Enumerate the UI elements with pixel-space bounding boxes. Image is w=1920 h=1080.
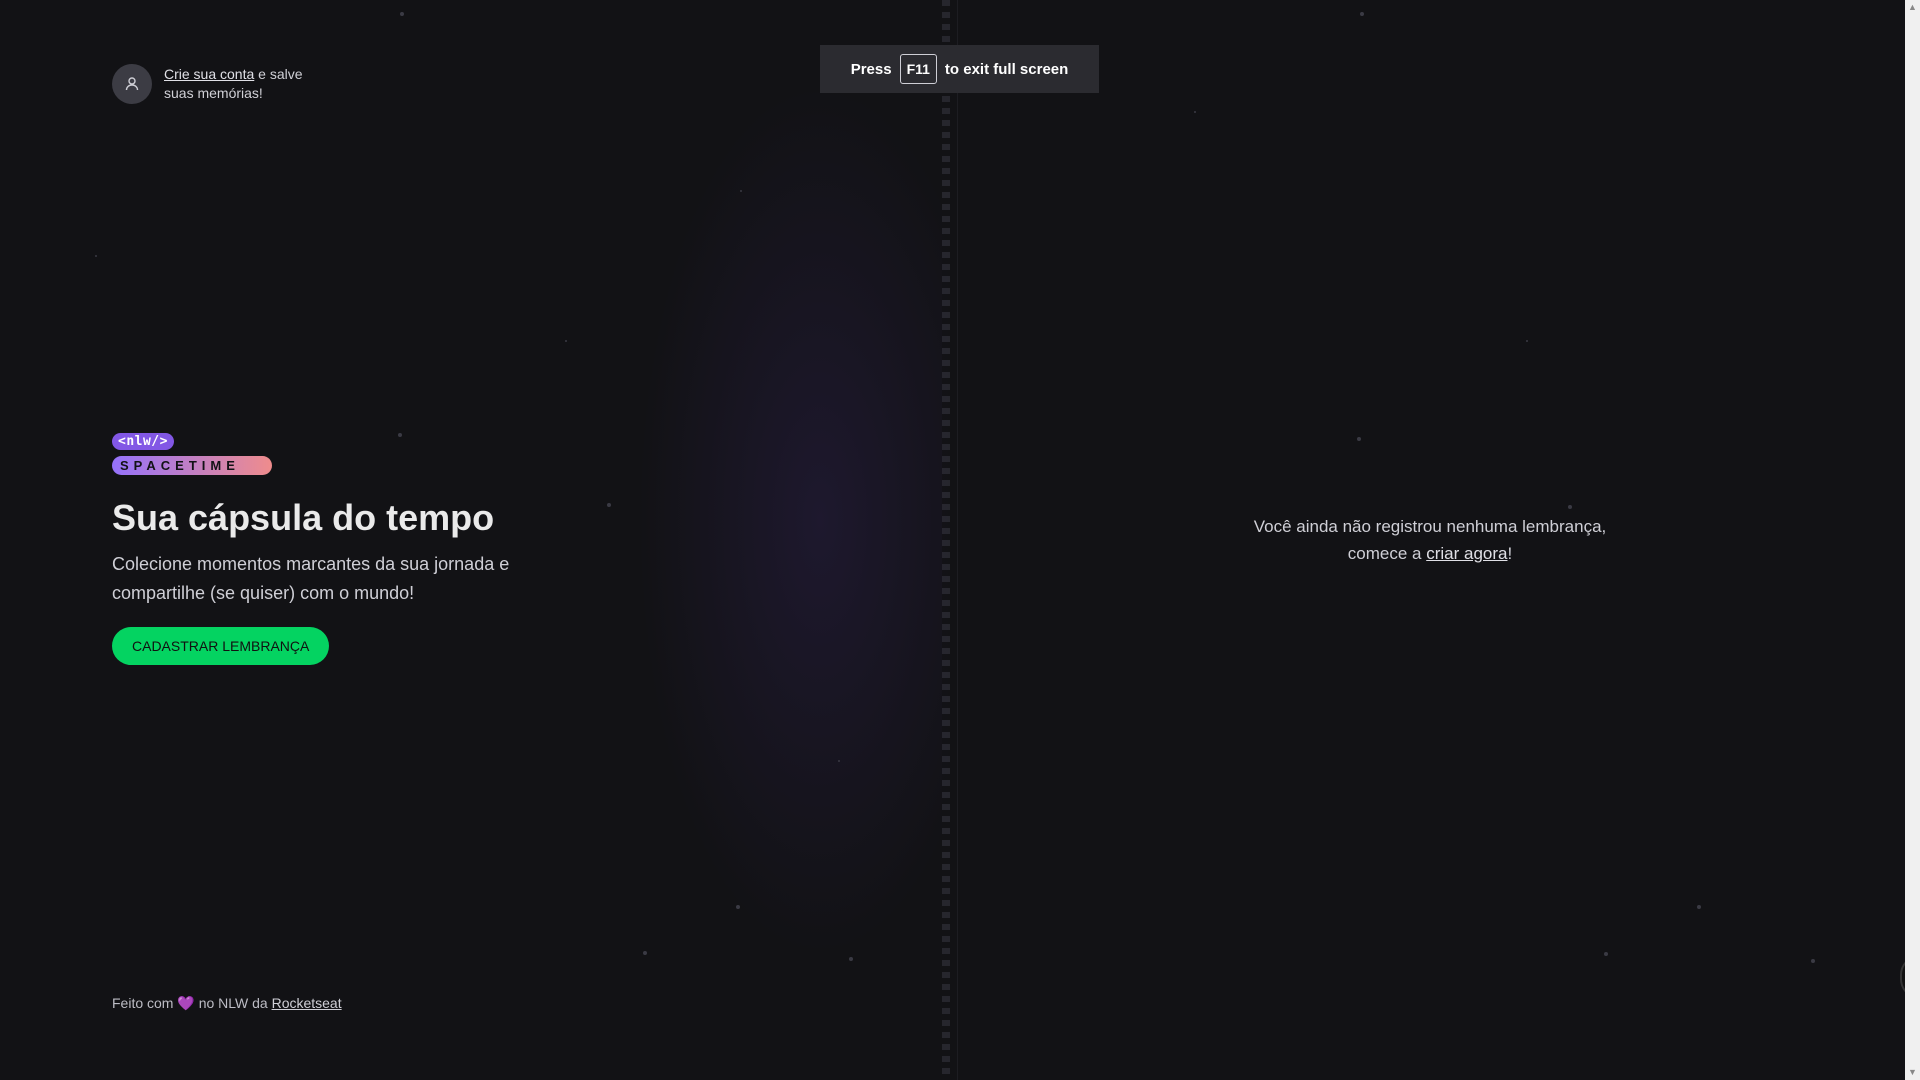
empty-state-suffix: ! <box>1507 544 1513 563</box>
star-decoration <box>740 190 742 192</box>
empty-state-prefix: comece a <box>1347 544 1422 563</box>
star-decoration <box>1357 437 1361 441</box>
star-decoration <box>400 12 404 16</box>
register-memory-button[interactable]: Cadastrar lembrança <box>112 627 330 665</box>
star-decoration <box>643 951 647 955</box>
toast-press-text: Press <box>850 60 892 78</box>
create-now-link[interactable]: criar agora <box>1426 544 1507 563</box>
star-decoration <box>1604 952 1608 956</box>
page-title: Sua cápsula do tempo <box>112 497 495 538</box>
star-decoration <box>736 905 740 909</box>
empty-state-message: Você ainda não registrou nenhuma lembran… <box>1230 513 1630 567</box>
logo-nlw-badge: <nlw/> <box>112 433 174 450</box>
heart-icon: 💜 <box>177 995 195 1011</box>
user-icon[interactable] <box>112 64 152 104</box>
logo-spacetime-badge: SPACETIME <box>112 456 272 475</box>
vertical-scrollbar[interactable]: ▲ ▼ <box>1905 0 1920 1080</box>
create-account-link[interactable]: Crie sua conta <box>164 66 254 82</box>
left-panel: Crie sua conta e salve suas memórias! <n… <box>0 0 948 1080</box>
rocketseat-link[interactable]: Rocketseat <box>272 995 342 1011</box>
toast-rest-text: to exit full screen <box>944 60 1069 78</box>
star-decoration <box>1568 505 1572 509</box>
nlw-spacetime-logo: <nlw/> SPACETIME <box>112 432 272 475</box>
f11-key: F11 <box>899 54 937 84</box>
empty-state-line2: comece a criar agora! <box>1230 540 1630 567</box>
footer-middle: no NLW da <box>198 995 268 1011</box>
star-decoration <box>838 760 840 762</box>
star-decoration <box>607 503 611 507</box>
fullscreen-exit-toast: Press F11 to exit full screen <box>820 45 1099 93</box>
striped-divider <box>942 0 950 1080</box>
empty-state-line1: Você ainda não registrou nenhuma lembran… <box>1253 517 1607 536</box>
signin-prompt: Crie sua conta e salve suas memórias! <box>112 64 324 104</box>
app-viewport: Crie sua conta e salve suas memórias! <n… <box>0 0 1905 1080</box>
scroll-down-icon[interactable]: ▼ <box>1908 1068 1917 1077</box>
star-decoration <box>849 957 853 961</box>
footer-prefix: Feito com <box>112 995 174 1011</box>
star-decoration <box>95 255 97 257</box>
star-decoration <box>565 340 567 342</box>
signin-text: Crie sua conta e salve suas memórias! <box>164 65 324 103</box>
star-decoration <box>1526 340 1528 342</box>
scroll-up-icon[interactable]: ▲ <box>1908 3 1917 12</box>
panel-divider <box>957 0 958 1080</box>
star-decoration <box>1194 111 1196 113</box>
star-decoration <box>1811 959 1815 963</box>
star-decoration <box>1697 905 1701 909</box>
star-decoration <box>398 433 402 437</box>
star-decoration <box>1360 12 1364 16</box>
footer: Feito com 💜 no NLW da Rocketseat <box>112 995 342 1012</box>
page-subtitle: Colecione momentos marcantes da sua jorn… <box>112 554 510 603</box>
